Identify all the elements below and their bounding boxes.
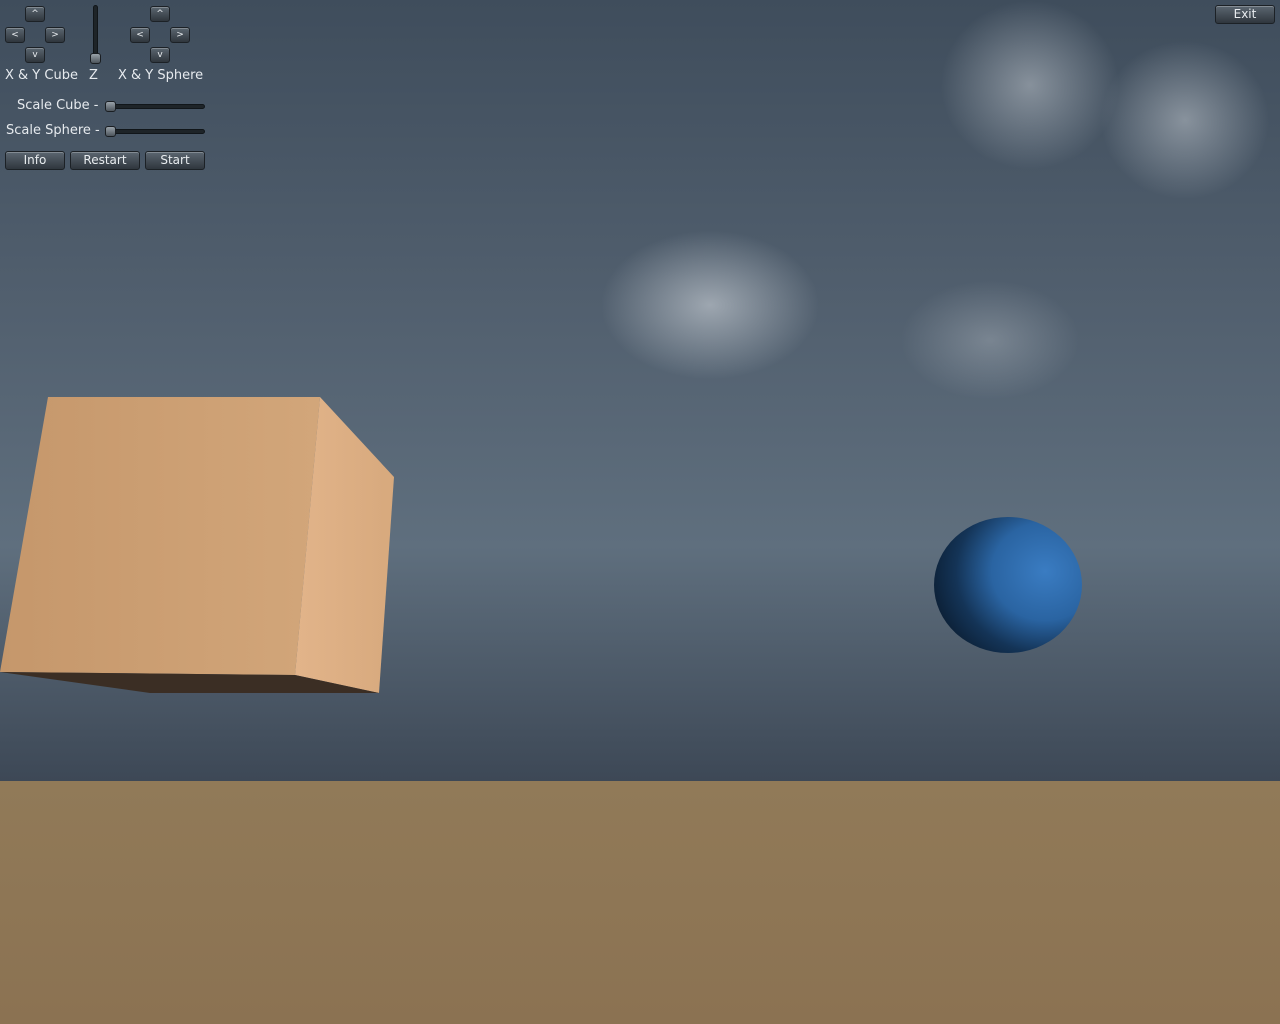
sphere-down-button[interactable]: v [150, 47, 170, 63]
scale-cube-slider[interactable] [106, 104, 205, 109]
cube-right-button[interactable]: > [45, 27, 65, 43]
sphere-pad-label: X & Y Sphere [118, 68, 204, 83]
exit-button[interactable]: Exit [1215, 5, 1275, 24]
scale-sphere-thumb[interactable] [105, 126, 116, 137]
z-slider-label: Z [89, 68, 98, 83]
sphere-left-button[interactable]: < [130, 27, 150, 43]
sphere-up-button[interactable]: ^ [150, 6, 170, 22]
scale-sphere-slider[interactable] [106, 129, 205, 134]
wooden-cube[interactable] [0, 397, 394, 693]
cube-up-button[interactable]: ^ [25, 6, 45, 22]
cube-pad-label: X & Y Cube [5, 68, 78, 83]
cube-left-button[interactable]: < [5, 27, 25, 43]
cube-down-button[interactable]: v [25, 47, 45, 63]
blue-sphere[interactable] [934, 517, 1082, 653]
cube-front-face [0, 397, 320, 675]
start-button[interactable]: Start [145, 151, 205, 170]
restart-button[interactable]: Restart [70, 151, 140, 170]
z-slider-thumb[interactable] [90, 53, 101, 64]
scale-cube-thumb[interactable] [105, 101, 116, 112]
scale-sphere-label: Scale Sphere - [6, 123, 100, 138]
sphere-right-button[interactable]: > [170, 27, 190, 43]
info-button[interactable]: Info [5, 151, 65, 170]
scale-cube-label: Scale Cube - [17, 98, 99, 113]
